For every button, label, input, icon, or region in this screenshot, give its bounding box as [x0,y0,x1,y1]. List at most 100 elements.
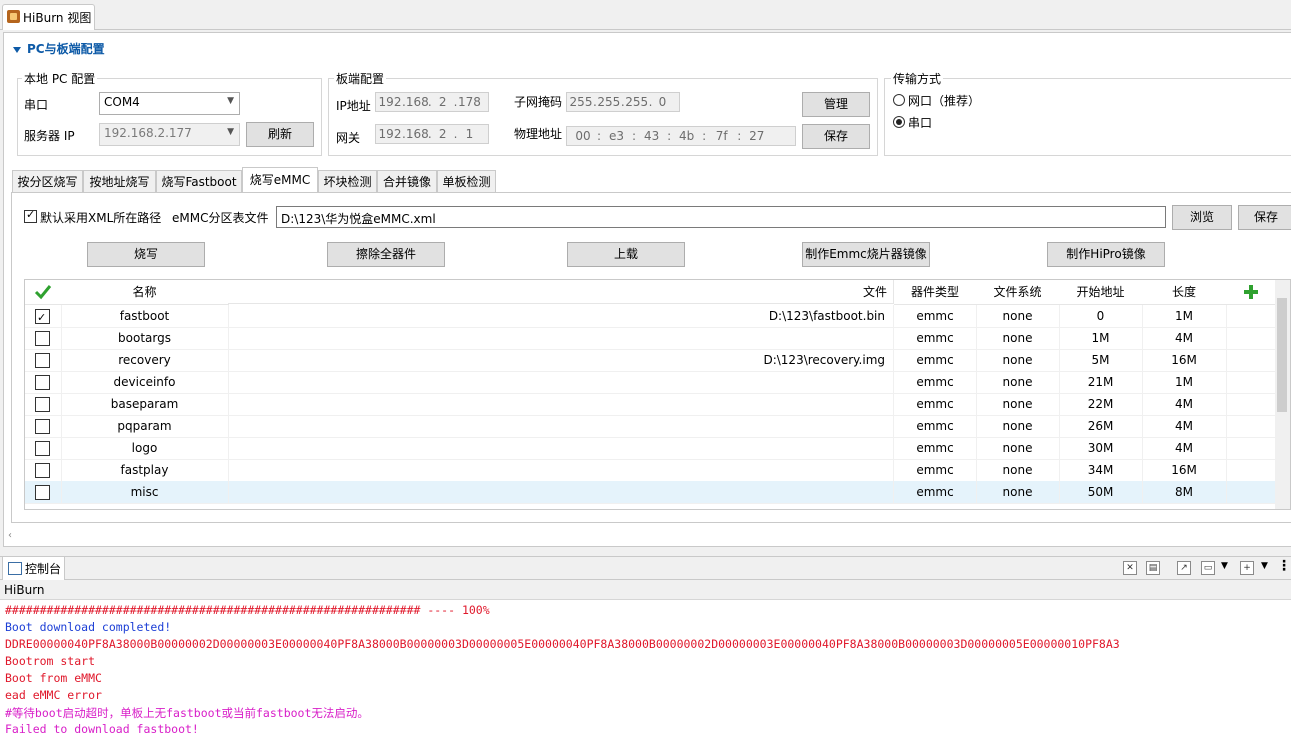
console-line: Failed to download fastboot! [5,722,199,736]
refresh-button[interactable]: 刷新 [246,122,314,147]
emmc-save-button[interactable]: 保存 [1238,205,1291,230]
row-checkbox[interactable] [35,375,50,390]
table-row[interactable]: fastplay emmc none 34M 16M [25,459,1276,482]
chevron-down-icon[interactable]: ▼ [1221,561,1228,571]
radio-serial[interactable] [893,116,905,128]
table-row[interactable]: pqparam emmc none 26M 4M [25,415,1276,438]
cell-type: emmc [894,349,977,371]
cell-file [228,481,894,503]
row-checkbox[interactable] [35,397,50,412]
table-row[interactable]: baseparam emmc none 22M 4M [25,393,1276,416]
radio-network[interactable] [893,94,905,106]
row-check-cell [25,371,62,393]
gateway-field[interactable]: 192.168. 2. 1 [375,124,489,144]
local-pc-group-title: 本地 PC 配置 [22,70,98,87]
ip-octet: 178 [458,95,481,109]
clear-console-icon[interactable]: ✕ [1123,561,1137,575]
collapse-triangle-icon [13,46,21,53]
table-row[interactable]: misc emmc none 50M 8M [25,481,1276,504]
row-checkbox[interactable] [35,463,50,478]
scroll-lock-icon[interactable]: ▤ [1146,561,1160,575]
board-ip-field[interactable]: 192.168. 2.178 [375,92,489,112]
header-length[interactable]: 长度 [1142,280,1227,305]
mac-octet: e3 [609,129,625,143]
row-checkbox[interactable] [35,419,50,434]
burn-button[interactable]: 烧写 [87,242,205,267]
header-file[interactable]: 文件 [228,280,894,304]
header-add[interactable] [1226,280,1277,305]
cell-start: 30M [1059,437,1143,459]
board-config-group-title: 板端配置 [334,70,387,87]
view-menu-icon[interactable]: ⋮ [1277,558,1291,574]
tab-emmc-burn[interactable]: 烧写eMMC [242,167,318,193]
table-row[interactable]: fastbootD:\123\fastboot.binemmcnone01M [25,305,1276,328]
hiburn-view-tab[interactable]: HiBurn 视图 [2,4,95,30]
default-xml-path-checkbox[interactable] [24,208,37,223]
cell-name: pqparam [61,415,229,437]
row-checkbox[interactable] [35,441,50,456]
row-check-cell [25,437,62,459]
tab-badblock-check[interactable]: 坏块检测 [318,170,377,192]
row-checkbox[interactable] [35,485,50,500]
erase-all-button[interactable]: 擦除全器件 [327,242,445,267]
tab-fastboot-burn[interactable]: 烧写Fastboot [156,170,242,192]
cell-length: 1M [1142,371,1227,393]
mac-address-field[interactable]: 00: e3:43:4b:7f:27 [566,126,796,146]
tab-merge-image[interactable]: 合并镜像 [377,170,437,192]
tab-board-check[interactable]: 单板检测 [437,170,496,192]
open-console-icon[interactable]: + [1240,561,1254,575]
console-tab[interactable]: 控制台 [2,556,65,580]
chevron-down-icon[interactable]: ▼ [1261,561,1268,571]
manage-button[interactable]: 管理 [802,92,870,117]
header-file-system[interactable]: 文件系统 [976,280,1060,305]
serial-value: COM4 [104,95,140,109]
cell-type: emmc [894,459,977,481]
cell-name: deviceinfo [61,371,229,393]
cell-length: 4M [1142,393,1227,415]
server-ip-value: 192.168.2.177 [104,126,192,140]
row-checkbox[interactable] [35,307,50,327]
console-tab-title: 控制台 [25,562,62,576]
cell-start: 26M [1059,415,1143,437]
cell-type: emmc [894,415,977,437]
make-emmc-image-button[interactable]: 制作Emmc烧片器镜像 [802,242,930,267]
header-start-address[interactable]: 开始地址 [1059,280,1143,305]
add-row-icon [1244,285,1258,299]
table-row[interactable]: deviceinfo emmc none 21M 1M [25,371,1276,394]
console-output[interactable]: ########################################… [0,599,1291,747]
row-checkbox[interactable] [35,331,50,346]
partition-table: 名称 文件 器件类型 文件系统 开始地址 长度 fastbootD:\123\f… [24,279,1291,510]
scroll-left-arrow-icon[interactable]: ‹ [8,530,12,541]
row-check-cell [25,393,62,415]
cell-file [228,459,894,481]
table-vertical-scrollbar[interactable] [1275,280,1290,509]
scroll-thumb[interactable] [1277,298,1287,412]
display-console-icon[interactable]: ▭ [1201,561,1215,575]
mask-octet: 255 [597,95,621,109]
default-xml-path-label: 默认采用XML所在路径 [40,211,162,225]
table-row[interactable]: recovery D:\123\recovery.img emmc none 5M 16M [25,349,1276,372]
pin-console-icon[interactable]: ↗ [1177,561,1191,575]
partition-table-file-input[interactable]: D:\123\华为悦盒eMMC.xml [276,206,1166,228]
table-row[interactable]: bootargs emmc none 1M 4M [25,327,1276,350]
section-pc-board-config[interactable]: PC与板端配置 [13,40,105,57]
header-device-type[interactable]: 器件类型 [894,280,977,305]
radio-serial-label: 串口 [908,116,933,130]
header-check-all[interactable] [25,280,62,305]
tab-partition-burn[interactable]: 按分区烧写 [12,170,83,192]
cell-start: 5M [1059,349,1143,371]
upload-button[interactable]: 上载 [567,242,685,267]
board-save-button[interactable]: 保存 [802,124,870,149]
row-checkbox[interactable] [35,353,50,368]
cell-name: misc [61,481,229,503]
make-hipro-image-button[interactable]: 制作HiPro镜像 [1047,242,1165,267]
subnet-mask-field[interactable]: 255.255.255. 0 [566,92,680,112]
serial-select[interactable]: COM4 ▼ [99,92,240,115]
tab-address-burn[interactable]: 按地址烧写 [83,170,156,192]
header-name[interactable]: 名称 [61,280,229,305]
cell-fs: none [976,327,1060,349]
mac-octet: 27 [749,129,765,143]
cell-start: 21M [1059,371,1143,393]
browse-button[interactable]: 浏览 [1172,205,1232,230]
table-row[interactable]: logo emmc none 30M 4M [25,437,1276,460]
